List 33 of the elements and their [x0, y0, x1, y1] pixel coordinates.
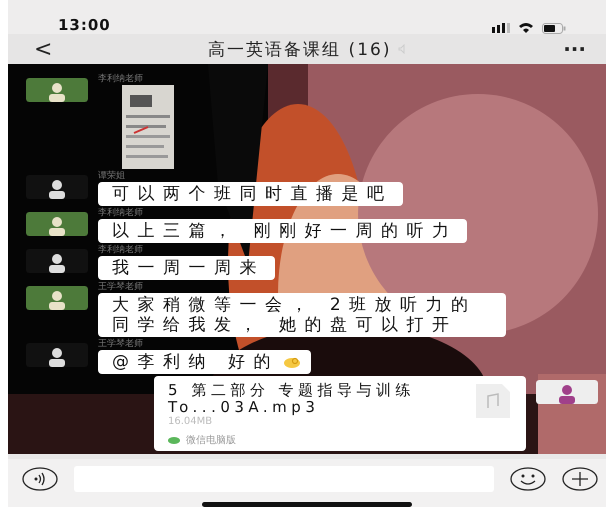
sender-name: 王学琴老师 [98, 339, 143, 350]
message-bubble[interactable]: 大家稍微等一会， 2班放听力的同学给我发， 她的盘可以打开 [98, 293, 506, 337]
file-size: 16.04MB [168, 416, 212, 427]
sender-name: 李利纳老师 [98, 208, 143, 219]
clock: 13:00 [58, 16, 111, 34]
file-name: 5 第二部分 专题指导与训练 To...03A.mp3 [168, 382, 416, 416]
more-button[interactable]: ··· [563, 37, 586, 61]
voice-button[interactable] [22, 467, 58, 491]
music-file-icon [474, 382, 512, 420]
avatar[interactable] [26, 175, 88, 199]
avatar[interactable] [26, 343, 88, 367]
chat-title: 高一英语备课组 (16) [208, 38, 392, 60]
back-button[interactable]: < [34, 36, 52, 62]
signal-icon [492, 23, 510, 33]
smiley-icon [510, 467, 546, 491]
message-bubble[interactable]: 以上三篇， 刚刚好一周的听力 [98, 219, 468, 243]
sender-name: 李利纳老师 [98, 74, 143, 85]
battery-icon [542, 22, 566, 34]
wifi-icon [518, 22, 534, 34]
emoji-button[interactable] [510, 467, 546, 491]
sender-name: 李利纳老师 [98, 245, 143, 256]
file-message[interactable]: 5 第二部分 专题指导与训练 To...03A.mp3 16.04MB 微信电脑版 [154, 376, 526, 451]
avatar[interactable] [26, 249, 88, 273]
voice-icon [22, 467, 58, 491]
source-label: 微信电脑版 [186, 434, 236, 447]
message-bubble[interactable]: 我一周一周来 [98, 256, 275, 280]
mute-icon [397, 44, 408, 54]
plus-icon [562, 467, 598, 491]
plus-button[interactable] [562, 467, 598, 491]
message-bubble[interactable]: @李利纳 好的 [98, 350, 311, 374]
sender-name: 谭荣姐 [98, 171, 125, 182]
message-bubble[interactable]: 可以两个班同时直播是吧 [98, 182, 402, 206]
sender-name: 王学琴老师 [98, 282, 143, 293]
